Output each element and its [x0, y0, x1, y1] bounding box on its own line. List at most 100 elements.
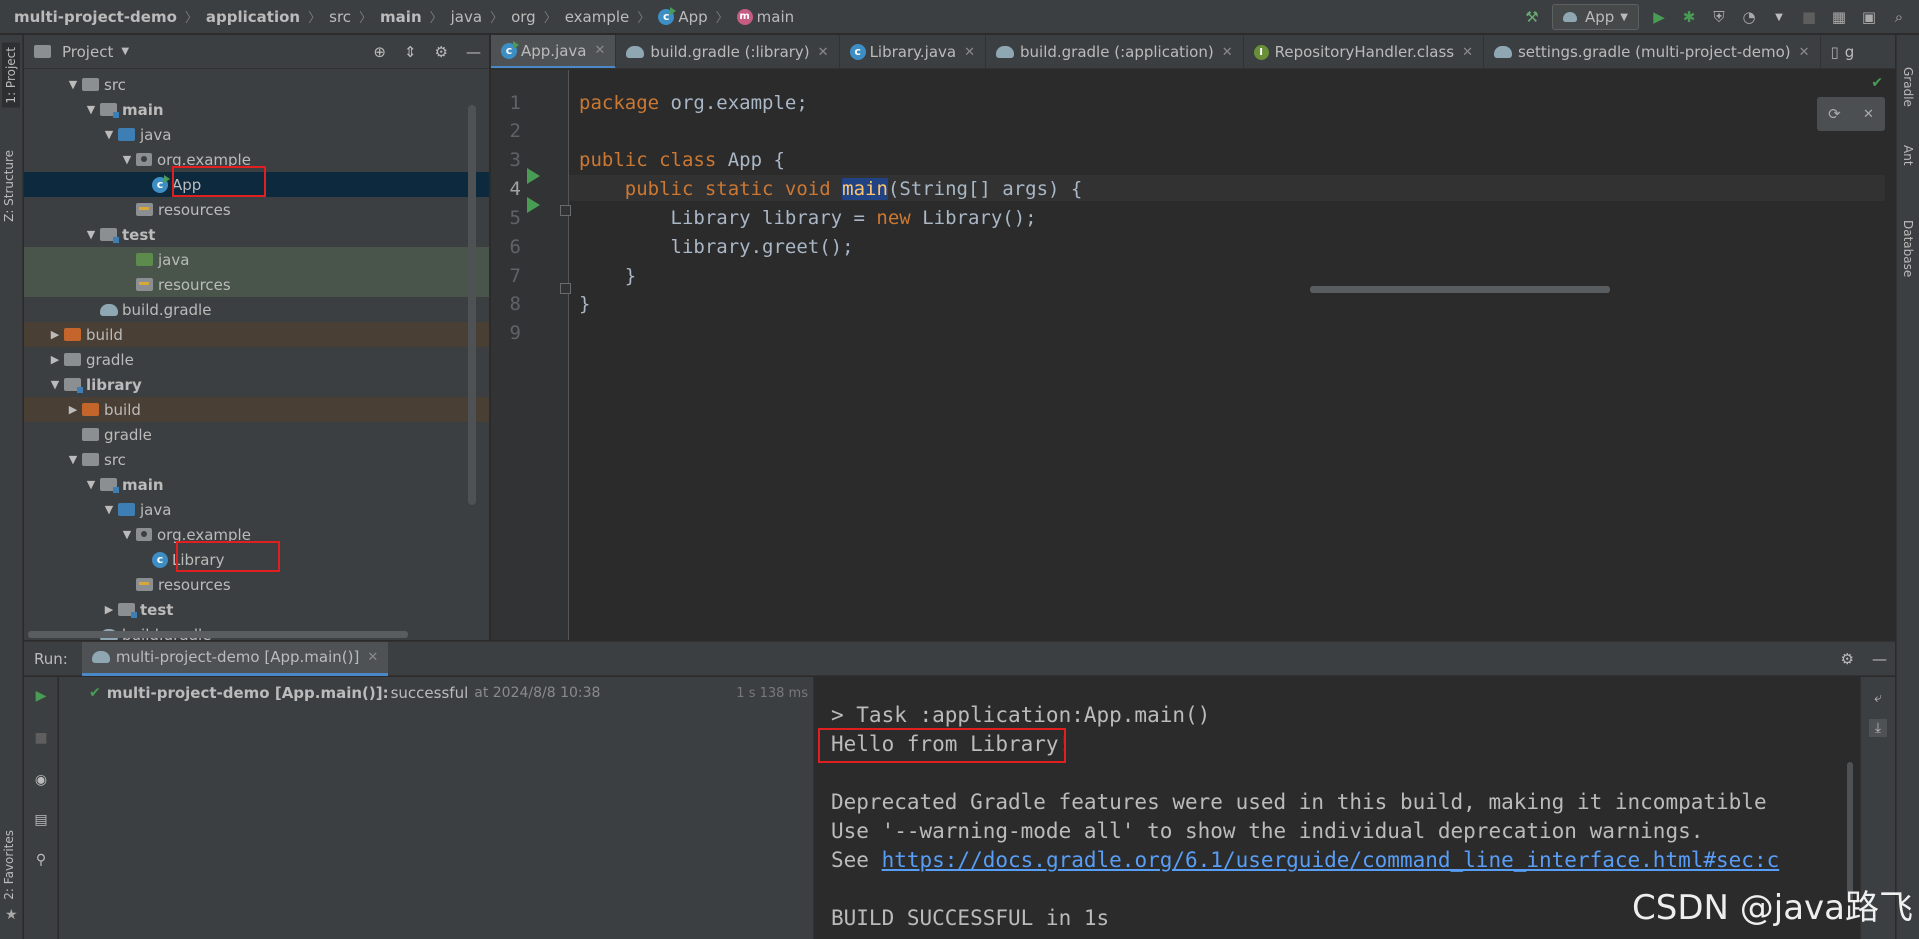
pin-icon[interactable]: ⚲: [32, 851, 50, 869]
collapsed-arrow-icon[interactable]: ▶: [46, 328, 64, 341]
gradle-reload-icon[interactable]: ⟳: [1828, 105, 1841, 123]
breadcrumb-src[interactable]: src: [329, 8, 351, 26]
tab-build-gradle-application[interactable]: build.gradle (:application) ✕: [986, 35, 1244, 68]
tab-repository-handler[interactable]: I RepositoryHandler.class ✕: [1244, 35, 1484, 68]
tree-row-library-main[interactable]: ▼ main: [24, 472, 489, 497]
breadcrumb-project[interactable]: multi-project-demo: [14, 8, 177, 26]
run-main-gutter-icon[interactable]: [527, 197, 540, 213]
stop-icon[interactable]: ■: [1799, 7, 1819, 27]
expanded-arrow-icon[interactable]: ▼: [46, 378, 64, 391]
layout-icon[interactable]: ▤: [32, 811, 50, 829]
eye-icon[interactable]: ◉: [32, 771, 50, 789]
close-icon[interactable]: ✕: [818, 45, 829, 60]
ant-tool-tab[interactable]: Ant: [1901, 145, 1915, 166]
close-icon[interactable]: ✕: [1799, 45, 1810, 60]
project-tree-horizontal-scrollbar[interactable]: [28, 631, 408, 638]
tree-row-resources[interactable]: resources: [24, 197, 489, 222]
tree-row-main[interactable]: ▼ main: [24, 97, 489, 122]
coverage-shield-icon[interactable]: ⛨: [1709, 7, 1729, 27]
expanded-arrow-icon[interactable]: ▼: [100, 503, 118, 516]
tab-library-java[interactable]: c Library.java ✕: [840, 35, 986, 68]
tree-row-library-resources[interactable]: resources: [24, 572, 489, 597]
tree-row-library-java[interactable]: ▼ java: [24, 497, 489, 522]
favorites-tool-tab[interactable]: 2: Favorites: [2, 830, 16, 900]
collapsed-arrow-icon[interactable]: ▶: [64, 403, 82, 416]
close-icon[interactable]: ✕: [595, 43, 606, 58]
tree-row-test[interactable]: ▼ test: [24, 222, 489, 247]
project-view-selector[interactable]: Project: [62, 43, 113, 61]
collapsed-arrow-icon[interactable]: ▶: [46, 353, 64, 366]
structure-tool-tab[interactable]: Z: Structure: [2, 150, 16, 222]
debug-bug-icon[interactable]: ✱: [1679, 7, 1699, 27]
scroll-to-end-icon[interactable]: ⤓: [1869, 719, 1887, 737]
console-docs-link[interactable]: https://docs.gradle.org/6.1/userguide/co…: [882, 848, 1780, 872]
close-icon[interactable]: ✕: [964, 45, 975, 60]
tree-row-java[interactable]: ▼ java: [24, 122, 489, 147]
gear-icon[interactable]: ⚙: [435, 43, 448, 61]
tree-row-library-build[interactable]: ▶ build: [24, 397, 489, 422]
tab-app-java[interactable]: c App.java ✕: [491, 35, 617, 68]
stop-icon[interactable]: ■: [32, 729, 50, 747]
breadcrumb-example[interactable]: example: [565, 8, 630, 26]
expanded-arrow-icon[interactable]: ▼: [82, 478, 100, 491]
run-class-gutter-icon[interactable]: [527, 168, 540, 184]
project-tool-tab[interactable]: 1: Project: [2, 43, 20, 108]
console-horizontal-scrollbar[interactable]: [1310, 286, 1610, 293]
close-icon[interactable]: ✕: [1863, 107, 1874, 122]
expanded-arrow-icon[interactable]: ▼: [100, 128, 118, 141]
expanded-arrow-icon[interactable]: ▼: [118, 528, 136, 541]
breadcrumb-main[interactable]: main: [380, 8, 422, 26]
close-icon[interactable]: ✕: [1462, 45, 1473, 60]
tree-row-library[interactable]: ▼ library: [24, 372, 489, 397]
locate-target-icon[interactable]: ⊕: [373, 43, 386, 61]
run-configuration-selector[interactable]: App ▼: [1551, 4, 1639, 30]
collapse-all-icon[interactable]: ⇕: [404, 43, 417, 61]
expanded-arrow-icon[interactable]: ▼: [82, 228, 100, 241]
tab-overflow[interactable]: ▯ g: [1821, 35, 1865, 68]
run-icon[interactable]: ▶: [1649, 7, 1669, 27]
close-icon[interactable]: ✕: [1222, 45, 1233, 60]
chevron-down-icon[interactable]: ▼: [1769, 7, 1789, 27]
minimize-icon[interactable]: —: [1872, 650, 1887, 668]
run-result-row[interactable]: ✔ multi-project-demo [App.main()]: succe…: [59, 681, 814, 705]
collapsed-arrow-icon[interactable]: ▶: [100, 603, 118, 616]
expanded-arrow-icon[interactable]: ▼: [82, 103, 100, 116]
database-tool-tab[interactable]: Database: [1901, 220, 1915, 277]
tab-settings-gradle[interactable]: settings.gradle (multi-project-demo) ✕: [1484, 35, 1821, 68]
gradle-tool-tab[interactable]: Gradle: [1901, 67, 1915, 107]
breadcrumb-method[interactable]: m main: [736, 8, 794, 26]
gear-icon[interactable]: ⚙: [1841, 650, 1854, 668]
search-icon[interactable]: ⌕: [1889, 7, 1909, 27]
project-structure-icon[interactable]: ▦: [1829, 7, 1849, 27]
rerun-icon[interactable]: ▶: [32, 687, 50, 705]
profile-icon[interactable]: ◔: [1739, 7, 1759, 27]
expanded-arrow-icon[interactable]: ▼: [64, 78, 82, 91]
breadcrumb-class[interactable]: c App: [658, 6, 708, 26]
close-icon[interactable]: ✕: [367, 650, 378, 665]
expanded-arrow-icon[interactable]: ▼: [64, 453, 82, 466]
build-hammer-icon[interactable]: ⚒: [1522, 7, 1542, 27]
window-icon[interactable]: ▣: [1859, 7, 1879, 27]
tree-row-library-gradle[interactable]: gradle: [24, 422, 489, 447]
tree-row-test-resources[interactable]: resources: [24, 272, 489, 297]
tree-row-library-src[interactable]: ▼ src: [24, 447, 489, 472]
project-tree-vertical-scrollbar[interactable]: [468, 105, 476, 505]
fold-icon[interactable]: [560, 283, 571, 294]
chevron-down-icon[interactable]: ▼: [121, 46, 129, 57]
tree-row-test-java[interactable]: java: [24, 247, 489, 272]
tree-row-build[interactable]: ▶ build: [24, 322, 489, 347]
tab-build-gradle-library[interactable]: build.gradle (:library) ✕: [616, 35, 840, 68]
tree-row-build-gradle[interactable]: build.gradle: [24, 297, 489, 322]
tree-row-library-test[interactable]: ▶ test: [24, 597, 489, 622]
breadcrumb-java[interactable]: java: [451, 8, 482, 26]
fold-icon[interactable]: [560, 205, 571, 216]
minimize-icon[interactable]: —: [466, 43, 481, 61]
breadcrumb-module[interactable]: application: [206, 8, 300, 26]
tree-row-gradle[interactable]: ▶ gradle: [24, 347, 489, 372]
run-session-tab[interactable]: multi-project-demo [App.main()] ✕: [81, 641, 389, 676]
expanded-arrow-icon[interactable]: ▼: [118, 153, 136, 166]
inspection-ok-icon[interactable]: ✔: [1871, 75, 1883, 91]
tree-row-src[interactable]: ▼ src: [24, 72, 489, 97]
breadcrumb-org[interactable]: org: [511, 8, 536, 26]
soft-wrap-icon[interactable]: ⤶: [1869, 689, 1887, 707]
